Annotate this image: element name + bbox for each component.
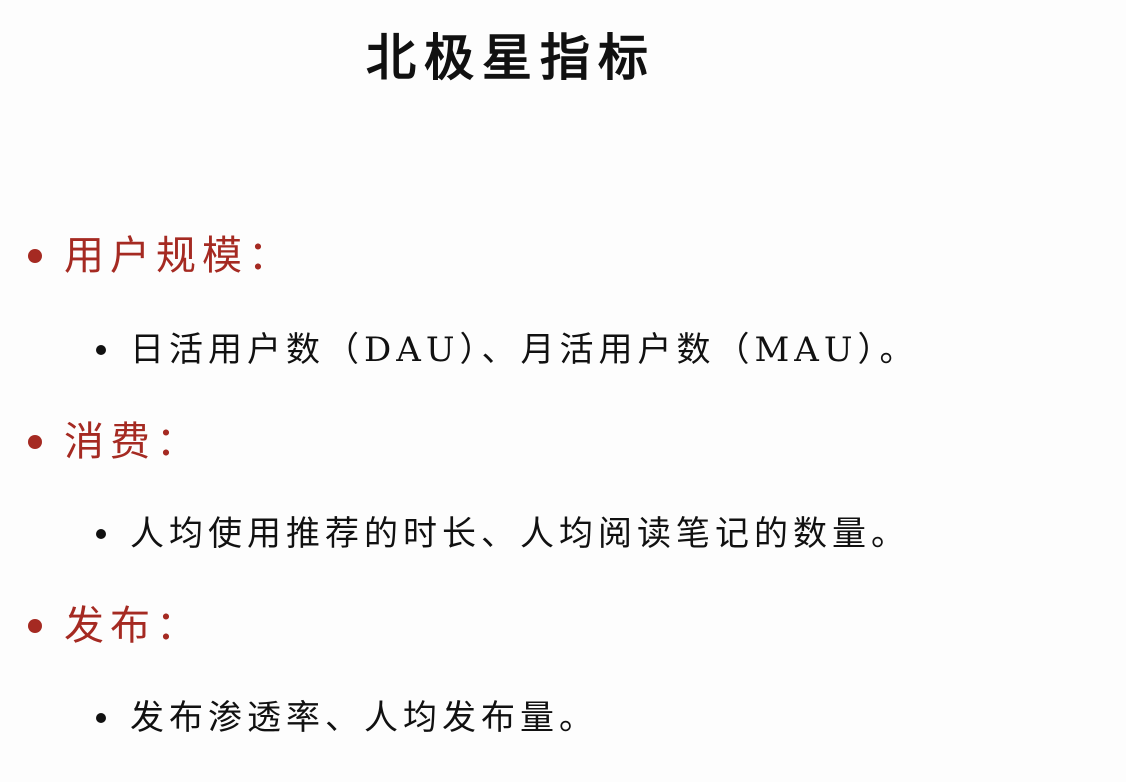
list-item-text: 人均使用推荐的时长、人均阅读笔记的数量。 [130, 514, 910, 554]
bullet-icon [28, 249, 42, 263]
bullet-icon [96, 345, 106, 355]
list-item-text: 发布渗透率、人均发布量。 [130, 698, 598, 738]
bullet-icon [28, 435, 42, 449]
section-label: 用户规模： [64, 233, 294, 279]
list-item: 发布渗透率、人均发布量。 [96, 694, 598, 742]
section-label: 发布： [64, 603, 202, 649]
slide-title: 北极星指标 [366, 28, 656, 87]
slide: 北极星指标 用户规模： 日活用户数（DAU）、月活用户数（MAU）。 消费： 人… [0, 0, 1126, 782]
bullet-icon [28, 619, 42, 633]
section-label: 消费： [64, 419, 202, 465]
bullet-icon [96, 529, 106, 539]
section-user-scale: 用户规模： [28, 228, 294, 284]
section-publish: 发布： [28, 598, 202, 654]
list-item-text: 日活用户数（DAU）、月活用户数（MAU）。 [130, 330, 919, 370]
list-item: 人均使用推荐的时长、人均阅读笔记的数量。 [96, 510, 910, 558]
list-item: 日活用户数（DAU）、月活用户数（MAU）。 [96, 326, 919, 374]
bullet-icon [96, 713, 106, 723]
section-consumption: 消费： [28, 414, 202, 470]
